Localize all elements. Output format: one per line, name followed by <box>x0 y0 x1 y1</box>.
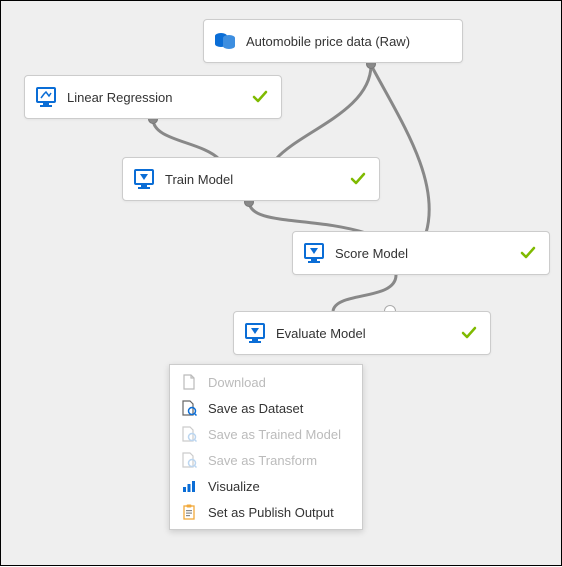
node-score-model[interactable]: Score Model <box>292 231 550 275</box>
check-icon <box>519 244 537 262</box>
check-icon <box>349 170 367 188</box>
save-doc-icon <box>180 399 198 417</box>
node-label: Automobile price data (Raw) <box>246 34 450 49</box>
module-icon <box>244 322 266 344</box>
module-icon <box>303 242 325 264</box>
document-icon <box>180 373 198 391</box>
node-evaluate-model[interactable]: Evaluate Model <box>233 311 491 355</box>
menu-label: Save as Trained Model <box>208 427 341 442</box>
menu-label: Save as Transform <box>208 453 317 468</box>
check-icon <box>251 88 269 106</box>
save-doc-icon <box>180 425 198 443</box>
menu-save-transform: Save as Transform <box>170 447 362 473</box>
clipboard-icon <box>180 503 198 521</box>
menu-label: Download <box>208 375 266 390</box>
menu-save-dataset[interactable]: Save as Dataset <box>170 395 362 421</box>
menu-set-publish-output[interactable]: Set as Publish Output <box>170 499 362 525</box>
menu-download: Download <box>170 369 362 395</box>
menu-label: Save as Dataset <box>208 401 303 416</box>
context-menu: Download Save as Dataset Save as Trained… <box>169 364 363 530</box>
chart-icon <box>180 477 198 495</box>
node-label: Evaluate Model <box>276 326 446 341</box>
menu-label: Visualize <box>208 479 260 494</box>
dataset-icon <box>214 30 236 52</box>
module-icon <box>35 86 57 108</box>
node-label: Score Model <box>335 246 505 261</box>
save-doc-icon <box>180 451 198 469</box>
module-icon <box>133 168 155 190</box>
experiment-canvas[interactable]: Automobile price data (Raw) Linear Regre… <box>0 0 562 566</box>
node-label: Train Model <box>165 172 335 187</box>
node-label: Linear Regression <box>67 90 237 105</box>
node-train-model[interactable]: Train Model <box>122 157 380 201</box>
menu-label: Set as Publish Output <box>208 505 334 520</box>
node-linear-regression[interactable]: Linear Regression <box>24 75 282 119</box>
check-icon <box>460 324 478 342</box>
menu-save-trained-model: Save as Trained Model <box>170 421 362 447</box>
node-dataset[interactable]: Automobile price data (Raw) <box>203 19 463 63</box>
menu-visualize[interactable]: Visualize <box>170 473 362 499</box>
